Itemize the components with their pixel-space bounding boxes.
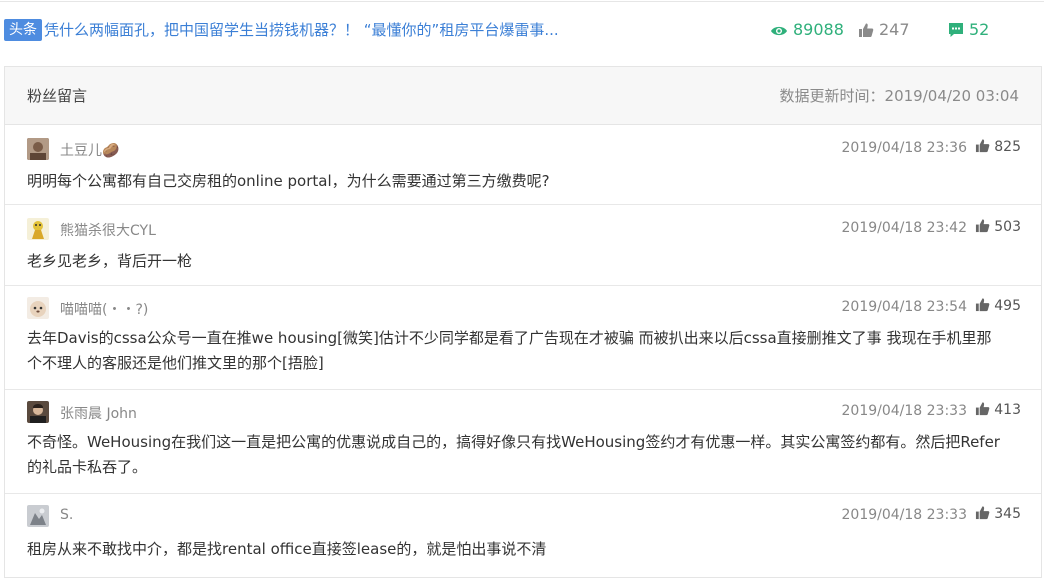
thumbs-up-icon	[976, 139, 990, 153]
comment-text: 明明每个公寓都有自己交房租的online portal，为什么需要通过第三方缴费…	[27, 172, 550, 190]
article-bar: 头条 凭什么两幅面孔，把中国留学生当捞钱机器？！ “最懂你的”租房平台爆雷事..…	[0, 0, 1044, 58]
comment-like[interactable]: 503	[975, 218, 1021, 235]
like-count: 345	[994, 506, 1021, 522]
comment-username[interactable]: 喵喵喵(・・?)	[60, 299, 148, 319]
likes-count: 247	[879, 20, 910, 39]
like-count: 413	[994, 402, 1021, 418]
comment-username[interactable]: 张雨晨 John	[60, 403, 137, 423]
likes-stat: 247	[858, 18, 910, 42]
panel-header: 粉丝留言 数据更新时间：2019/04/20 03:04	[5, 67, 1041, 125]
thumbs-up-icon	[976, 298, 990, 312]
thumbs-up-icon	[859, 23, 874, 37]
comment-item: 熊猫杀很大CYL 2019/04/18 23:42 503 老乡见老乡，背后开一…	[5, 205, 1041, 286]
comment-item: 张雨晨 John 2019/04/18 23:33 413 不奇怪。WeHous…	[5, 390, 1041, 494]
divider	[0, 1, 1044, 2]
panel-title: 粉丝留言	[27, 87, 88, 105]
thumbs-up-icon	[976, 402, 990, 416]
comment-item: S. 2019/04/18 23:33 345 租房从来不敢找中介，都是找ren…	[5, 494, 1041, 584]
avatar[interactable]	[27, 297, 49, 319]
like-count: 503	[994, 219, 1021, 235]
comment-text: 不奇怪。WeHousing在我们这一直是把公寓的优惠说成自己的，搞得好像只有找W…	[27, 433, 1000, 476]
comment-text: 租房从来不敢找中介，都是找rental office直接签lease的，就是怕出…	[27, 540, 547, 558]
comment-text: 去年Davis的cssa公众号一直在推we housing[微笑]估计不少同学都…	[27, 329, 992, 372]
comment-icon	[949, 23, 963, 37]
comment-item: 喵喵喵(・・?) 2019/04/18 23:54 495 去年Davis的cs…	[5, 286, 1041, 390]
article-title-link[interactable]: 凭什么两幅面孔，把中国留学生当捞钱机器？！ “最懂你的”租房平台爆雷事...	[44, 18, 559, 42]
comment-like[interactable]: 413	[975, 401, 1021, 418]
comment-text: 老乡见老乡，背后开一枪	[27, 252, 193, 270]
comment-time: 2019/04/18 23:33	[841, 507, 968, 523]
headline-tag: 头条	[4, 19, 42, 41]
avatar[interactable]	[27, 138, 49, 160]
views-count: 89088	[793, 20, 844, 39]
comment-username[interactable]: 土豆儿🥔	[60, 140, 119, 160]
comment-time: 2019/04/18 23:54	[841, 299, 968, 315]
avatar[interactable]	[27, 505, 49, 527]
comment-username[interactable]: 熊猫杀很大CYL	[60, 220, 156, 240]
data-update-time: 数据更新时间：2019/04/20 03:04	[779, 87, 1019, 105]
like-count: 495	[994, 298, 1021, 314]
like-count: 825	[994, 139, 1021, 155]
avatar[interactable]	[27, 218, 49, 240]
comment-item: 土豆儿🥔 2019/04/18 23:36 825 明明每个公寓都有自己交房租的…	[5, 125, 1041, 205]
comment-like[interactable]: 825	[975, 138, 1021, 155]
comment-time: 2019/04/18 23:33	[841, 403, 968, 419]
comment-time: 2019/04/18 23:42	[841, 220, 968, 236]
comments-stat: 52	[948, 18, 989, 42]
fan-comments-panel: 粉丝留言 数据更新时间：2019/04/20 03:04 土豆儿🥔 2019/0…	[4, 66, 1042, 578]
avatar[interactable]	[27, 401, 49, 423]
comment-like[interactable]: 495	[975, 297, 1021, 314]
comments-count: 52	[969, 20, 990, 39]
comment-time: 2019/04/18 23:36	[841, 140, 968, 156]
eye-icon	[771, 26, 787, 36]
comment-username[interactable]: S.	[60, 507, 73, 523]
thumbs-up-icon	[976, 219, 990, 233]
views-stat: 89088	[770, 18, 844, 42]
thumbs-up-icon	[976, 506, 990, 520]
comment-like[interactable]: 345	[975, 505, 1021, 522]
